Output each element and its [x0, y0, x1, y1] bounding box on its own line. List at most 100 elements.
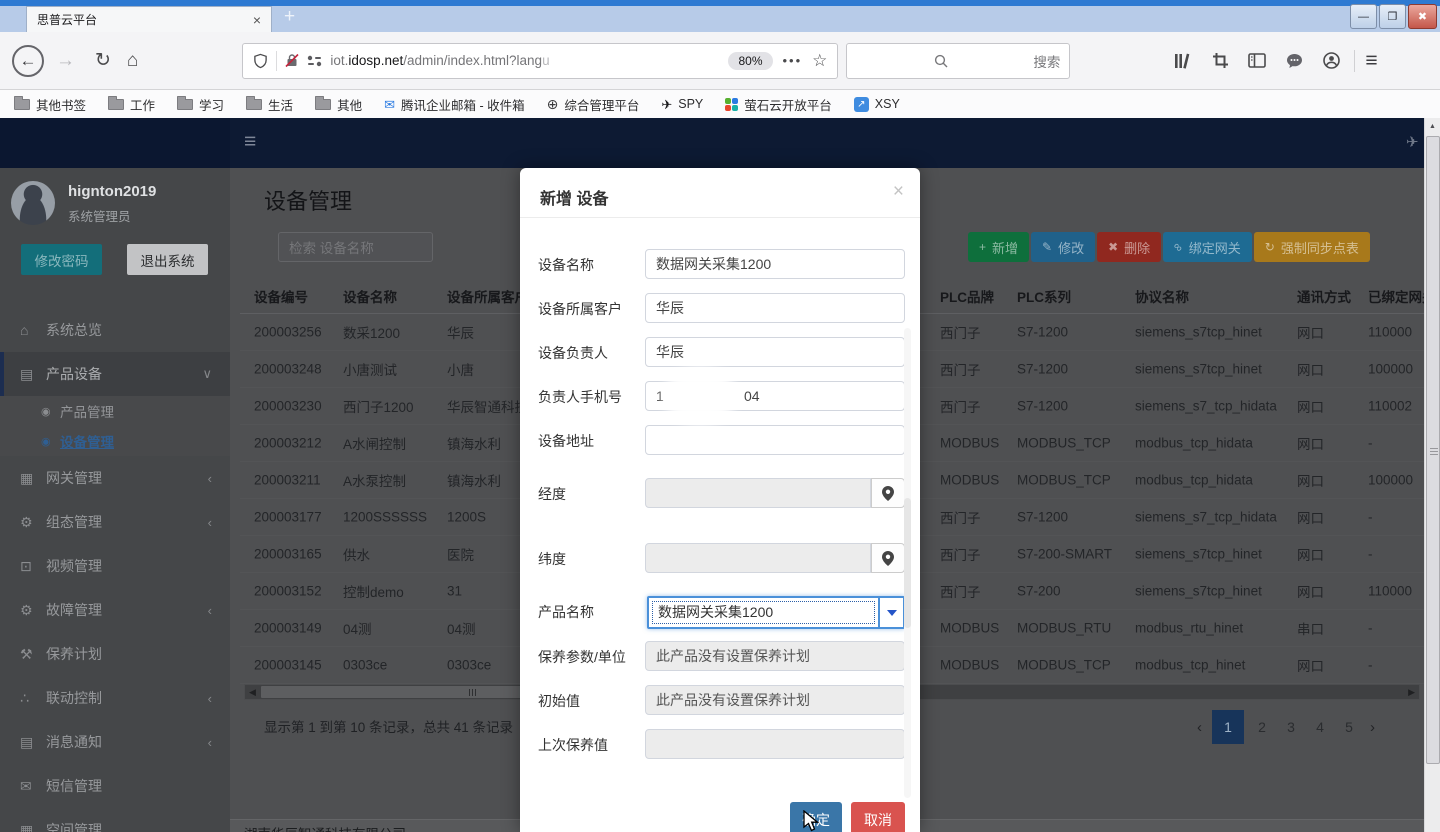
column-header[interactable]: PLC品牌 — [940, 286, 994, 306]
change-password-button[interactable]: 修改密码 — [21, 244, 102, 275]
tracking-shield-icon[interactable] — [253, 53, 268, 69]
sidebar-item-5[interactable]: ⊡视频管理 — [0, 544, 230, 588]
insecure-lock-icon[interactable] — [285, 53, 299, 68]
纬度-input[interactable] — [645, 543, 871, 573]
table-cell: 200003145 — [254, 658, 322, 673]
vscroll-thumb[interactable] — [1426, 136, 1440, 764]
sidebar-item-7[interactable]: ⚒保养计划 — [0, 632, 230, 676]
action-button-3[interactable]: ✖删除 — [1097, 232, 1161, 262]
pagination-next[interactable]: › — [1367, 719, 1378, 736]
zoom-level-badge[interactable]: 80% — [728, 52, 772, 70]
保养参数/单位-input[interactable]: 此产品没有设置保养计划 — [645, 641, 905, 671]
sidebar-item-6[interactable]: ⚙故障管理‹ — [0, 588, 230, 632]
select-dropdown-button[interactable] — [878, 598, 903, 627]
bookmark-item[interactable]: 生活 — [246, 95, 293, 114]
pocket-bubble-icon[interactable] — [1283, 53, 1305, 69]
sidebar-item-2[interactable]: ▤产品设备∨ — [0, 352, 230, 396]
product-select[interactable]: 数据网关采集1200 — [647, 596, 905, 629]
field-label: 经度 — [538, 484, 566, 504]
action-button-4[interactable]: ∞绑定网关 — [1163, 232, 1252, 262]
map-pin-button[interactable] — [871, 478, 905, 508]
cancel-button[interactable]: 取消 — [851, 802, 905, 832]
browser-search-box[interactable]: 搜索 — [846, 43, 1070, 79]
sidebar-item-9[interactable]: ▤消息通知‹ — [0, 720, 230, 764]
browser-tab[interactable]: 思普云平台 × — [26, 6, 272, 32]
sidebar-subitem-设备管理[interactable]: ◉设备管理 — [0, 426, 230, 456]
bookmark-item[interactable]: 工作 — [108, 95, 155, 114]
sidebar-item-8[interactable]: ∴联动控制‹ — [0, 676, 230, 720]
column-header[interactable]: 设备所属客户 — [447, 286, 528, 306]
设备名称-input[interactable]: 数据网关采集1200 — [645, 249, 905, 279]
设备负责人-input[interactable]: 华辰 — [645, 337, 905, 367]
window-close-button[interactable]: ✖ — [1408, 4, 1437, 29]
sidebar-item-10[interactable]: ✉短信管理 — [0, 764, 230, 808]
logout-button[interactable]: 退出系统 — [127, 244, 208, 275]
menu-hamburger-icon[interactable]: ≡ — [1365, 49, 1377, 73]
modal-close-icon[interactable]: × — [893, 181, 904, 203]
pagination-prev[interactable]: ‹ — [1194, 719, 1205, 736]
column-header[interactable]: 通讯方式 — [1297, 286, 1351, 306]
上次保养值-input[interactable] — [645, 729, 905, 759]
pagination-page-1[interactable]: 1 — [1212, 710, 1244, 744]
bookmark-item[interactable]: 萤石云开放平台 — [725, 95, 832, 114]
pagination-page-4[interactable]: 4 — [1309, 710, 1331, 744]
sidebar-item-1[interactable]: ⌂系统总览 — [0, 308, 230, 352]
sidebar-subitem-产品管理[interactable]: ◉产品管理 — [0, 396, 230, 426]
reload-button[interactable]: ↻ — [95, 51, 111, 70]
search-placeholder: 搜索 — [1033, 51, 1060, 71]
window-minimize-button[interactable]: — — [1350, 4, 1377, 29]
library-icon[interactable] — [1172, 53, 1194, 69]
device-search-input[interactable]: 检索 设备名称 — [278, 232, 433, 262]
column-header[interactable]: 设备名称 — [343, 286, 397, 306]
url-bar[interactable]: iot.idosp.net/admin/index.html?langu 80%… — [242, 43, 838, 79]
action-button-2[interactable]: ✎修改 — [1031, 232, 1095, 262]
map-pin-button[interactable] — [871, 543, 905, 573]
action-button-1[interactable]: +新增 — [968, 232, 1029, 262]
bookmark-item[interactable]: 其他 — [315, 95, 362, 114]
screenshot-crop-icon[interactable] — [1209, 52, 1231, 69]
tab-close-icon[interactable]: × — [253, 13, 261, 27]
back-button[interactable]: ← — [12, 45, 44, 77]
account-icon[interactable] — [1320, 52, 1342, 69]
column-header[interactable]: 协议名称 — [1135, 286, 1189, 306]
pagination-page-3[interactable]: 3 — [1280, 710, 1302, 744]
sidebar-toggle-icon[interactable]: ≡ — [244, 130, 256, 154]
bookmark-item[interactable]: ✉腾讯企业邮箱 - 收件箱 — [384, 95, 525, 114]
sidebar-submenu: ◉产品管理◉设备管理 — [0, 396, 230, 456]
scroll-left-icon[interactable]: ◀ — [249, 686, 256, 699]
经度-input[interactable] — [645, 478, 871, 508]
bookmark-item[interactable]: 其他书签 — [14, 95, 86, 114]
pagination-page-5[interactable]: 5 — [1338, 710, 1360, 744]
bookmark-item[interactable]: ✈SPY — [661, 97, 703, 111]
home-button[interactable]: ⌂ — [127, 51, 138, 70]
modal-field-row: 设备地址 — [538, 425, 905, 455]
bookmark-item[interactable]: 学习 — [177, 95, 224, 114]
bookmark-star-icon[interactable]: ☆ — [812, 51, 827, 71]
action-button-5[interactable]: ↻强制同步点表 — [1254, 232, 1370, 262]
modal-field-row: 设备负责人华辰 — [538, 337, 905, 367]
column-header[interactable]: 设备编号 — [254, 286, 308, 306]
pagination-page-2[interactable]: 2 — [1251, 710, 1273, 744]
sidebars-icon[interactable] — [1246, 53, 1268, 68]
permissions-icon[interactable] — [307, 55, 322, 67]
sidebar-item-11[interactable]: ▦空间管理 — [0, 808, 230, 832]
初始值-input[interactable]: 此产品没有设置保养计划 — [645, 685, 905, 715]
设备地址-input[interactable] — [645, 425, 905, 455]
sidebar-item-4[interactable]: ⚙组态管理‹ — [0, 500, 230, 544]
mouse-cursor — [802, 810, 820, 832]
page-vertical-scrollbar[interactable]: ▲ — [1424, 118, 1440, 832]
add-device-modal: 新增 设备 × 设备名称数据网关采集1200设备所属客户华辰设备负责人华辰负责人… — [520, 168, 920, 832]
window-restore-button[interactable]: ❐ — [1379, 4, 1406, 29]
page-actions-icon[interactable]: ••• — [783, 53, 803, 68]
modal-scrollbar[interactable] — [904, 328, 911, 798]
bookmark-item[interactable]: ⊕综合管理平台 — [547, 95, 640, 114]
sidebar-item-3[interactable]: ▦网关管理‹ — [0, 456, 230, 500]
设备所属客户-input[interactable]: 华辰 — [645, 293, 905, 323]
modal-field-row: 负责人手机号104 — [538, 381, 905, 411]
scroll-up-icon[interactable]: ▲ — [1425, 118, 1440, 134]
column-header[interactable]: PLC系列 — [1017, 286, 1071, 306]
scroll-right-icon[interactable]: ▶ — [1408, 686, 1415, 699]
new-tab-button[interactable]: + — [284, 6, 295, 28]
bookmark-item[interactable]: ↗XSY — [854, 97, 900, 112]
forward-button[interactable]: → — [56, 51, 75, 70]
